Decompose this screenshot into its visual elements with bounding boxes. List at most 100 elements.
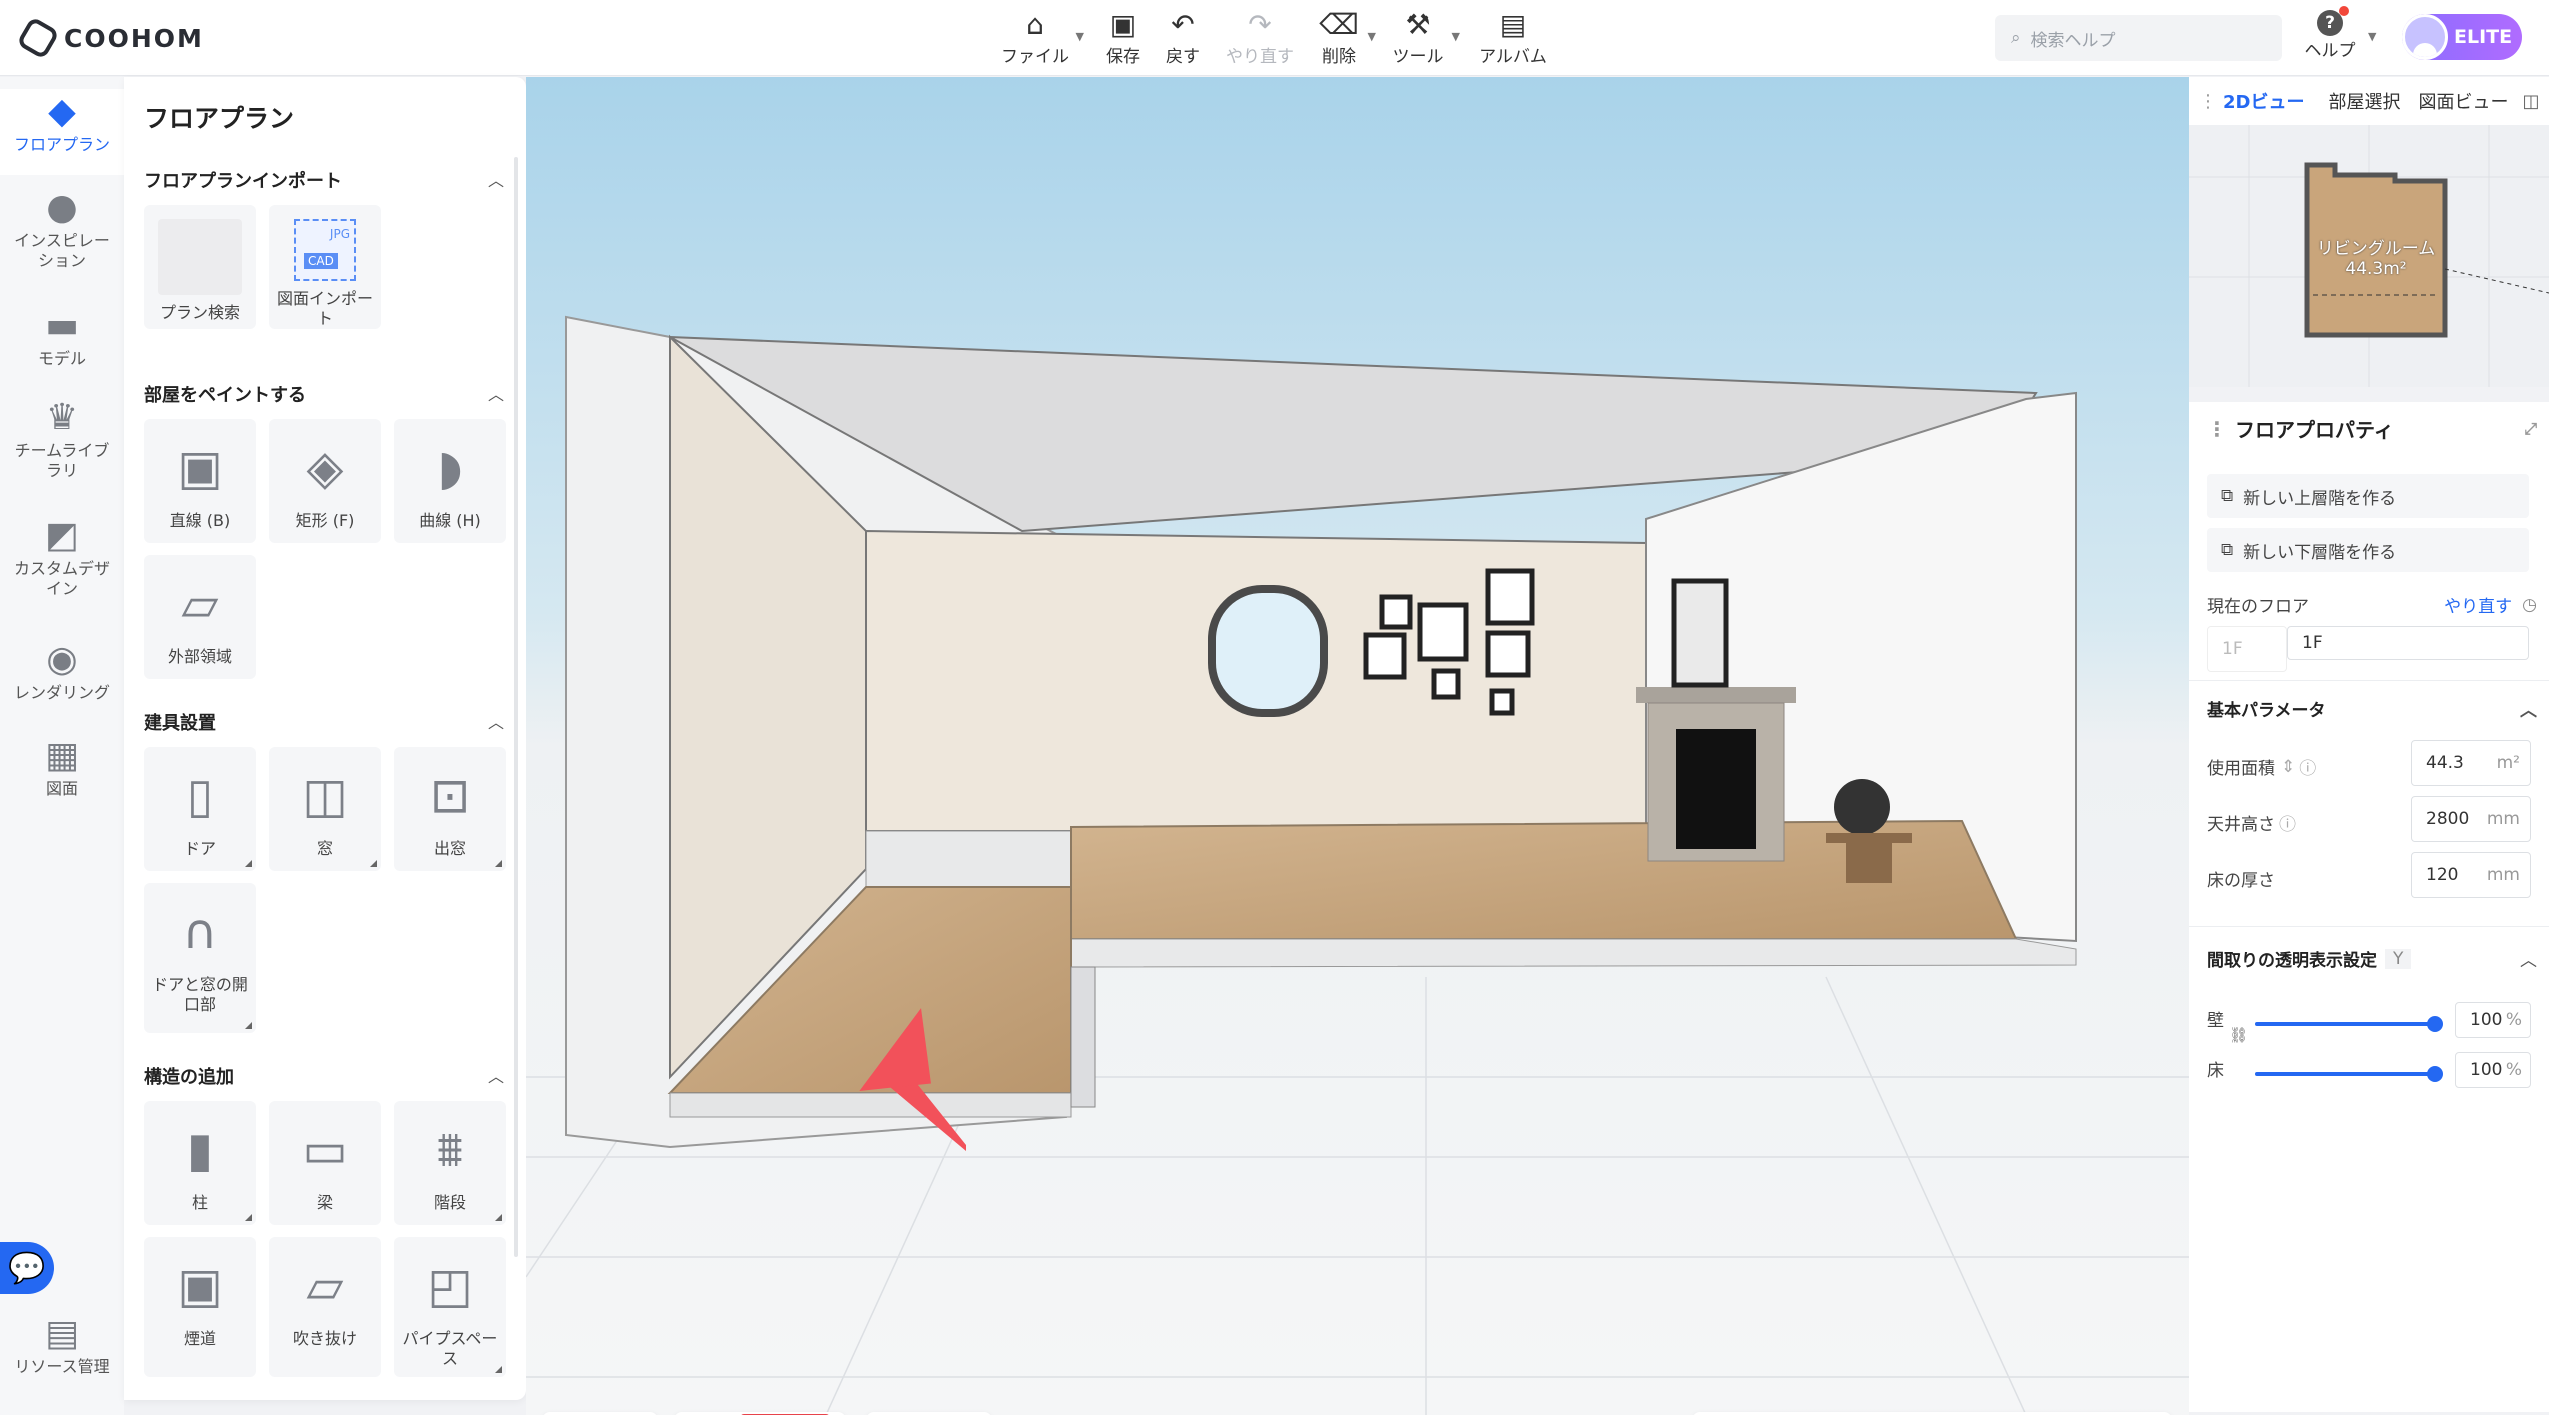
collapse-icon[interactable]: ◫: [2522, 91, 2539, 112]
sort-icon[interactable]: ⇕: [2281, 757, 2295, 777]
lower-floor-edge: [669, 1092, 1072, 1118]
logo[interactable]: COOHOM: [16, 16, 204, 60]
opening-icon: ∩: [182, 904, 218, 960]
usable-area-input[interactable]: 44.3 m²: [2411, 740, 2531, 786]
nav-label: カスタムデザイン: [13, 559, 110, 598]
usable-area-value: 44.3: [2426, 753, 2464, 773]
nav-label: インスピレーション: [14, 231, 110, 270]
card-label: 矩形 (F): [295, 511, 355, 530]
usable-area-label: 使用面積: [2207, 759, 2275, 779]
nav-resource[interactable]: ▤ リソース管理: [0, 1311, 124, 1391]
nav-drawing[interactable]: ▦ 図面: [0, 733, 124, 813]
pipe-space-icon: ◰: [427, 1258, 473, 1314]
wall-slider-knob[interactable]: [2427, 1016, 2443, 1032]
delete-button[interactable]: ⌫ 削除 ▼: [1316, 8, 1376, 68]
plan-search-card[interactable]: プラン検索: [144, 205, 256, 329]
floor-slider-knob[interactable]: [2427, 1066, 2443, 1082]
panel-scrollbar[interactable]: [514, 157, 518, 1257]
floor-properties: ⋮ フロアプロパティ ⤢ ⧉ 新しい上層階を作る ⧉ 新しい下層階を作る 現在のフロア や…: [2189, 402, 2549, 1412]
album-icon: ▤: [1499, 8, 1527, 41]
floor-slider[interactable]: [2255, 1066, 2443, 1082]
flue-card[interactable]: ▣ 煙道: [144, 1237, 256, 1377]
mm-unit: mm: [2486, 865, 2520, 885]
redo-label: やり直す: [1226, 47, 1294, 67]
door-card[interactable]: ▯ ドア: [144, 747, 256, 871]
search-input[interactable]: ⌕ 検索ヘルプ: [1995, 15, 2282, 61]
redo-link[interactable]: やり直す: [2444, 592, 2512, 617]
plan-search-icon: [158, 219, 242, 295]
tab-2d-view[interactable]: 2Dビュー: [2223, 88, 2304, 114]
chevron-up-icon: ︿: [487, 713, 504, 732]
column-card[interactable]: ▮ 柱: [144, 1101, 256, 1225]
help-button[interactable]: ? ヘルプ: [2300, 6, 2360, 66]
card-label: 直線 (B): [169, 511, 231, 530]
file-button[interactable]: ⌂ ファイル ▼: [1000, 8, 1084, 68]
nav-custom-design[interactable]: ◩ カスタムデザイン: [0, 513, 124, 613]
wall-opacity-value: 100: [2470, 1010, 2503, 1030]
tools-button[interactable]: ⚒ ツール ▼: [1390, 8, 1461, 68]
column-icon: ▮: [186, 1122, 214, 1178]
void-icon: ▱: [306, 1258, 344, 1314]
3d-viewport[interactable]: ≋ 1F ▼ 2D ▼ 3D ▼ ◉ ◫ ⛶ ⚙ ⊡ ⌕ − 87% +: [526, 77, 2189, 1415]
save-button[interactable]: ▣ 保存: [1100, 8, 1146, 68]
floor-step: [1070, 966, 1096, 1108]
link-icon[interactable]: ⛓: [2229, 1026, 2248, 1044]
curve-tool-card[interactable]: ◗ 曲線 (H): [394, 419, 506, 543]
chevron-up-icon[interactable]: ︿: [2520, 946, 2537, 971]
void-card[interactable]: ▱ 吹き抜け: [269, 1237, 381, 1377]
new-upper-floor-button[interactable]: ⧉ 新しい上層階を作る: [2207, 474, 2529, 518]
chevron-up-icon[interactable]: ︿: [2520, 696, 2537, 721]
section-import[interactable]: フロアプランインポート ︿: [144, 167, 504, 193]
redo-button[interactable]: ↷ やり直す: [1224, 8, 1296, 68]
logo-text: COOHOM: [64, 23, 204, 53]
floor-name-input[interactable]: 1F: [2287, 626, 2529, 660]
window-card[interactable]: ◫ 窓: [269, 747, 381, 871]
pipe-space-card[interactable]: ◰ パイプスペース: [394, 1237, 506, 1377]
opening-card[interactable]: ∩ ドアと窓の開口部: [144, 883, 256, 1033]
floor-opacity-input[interactable]: 100%: [2455, 1052, 2531, 1088]
new-lower-floor-button[interactable]: ⧉ 新しい下層階を作る: [2207, 528, 2529, 572]
drag-handle-icon[interactable]: ⋮: [2199, 91, 2217, 112]
wall-label: 壁: [2207, 1011, 2224, 1031]
raised-floor-edge: [1070, 938, 2077, 968]
section-fixtures[interactable]: 建具設置 ︿: [144, 709, 504, 735]
bay-window-card[interactable]: ⊡ 出窓: [394, 747, 506, 871]
outer-area-card[interactable]: ▱ 外部領域: [144, 555, 256, 679]
expand-icon[interactable]: ⤢: [2524, 419, 2537, 439]
drag-handle-icon[interactable]: ⋮: [2207, 417, 2227, 441]
nav-inspiration[interactable]: ● インスピレーション: [0, 185, 124, 281]
rect-tool-card[interactable]: ◈ 矩形 (F): [269, 419, 381, 543]
ceiling-label: 天井高さ: [2207, 815, 2275, 835]
chat-button[interactable]: 💬: [0, 1242, 54, 1294]
tab-drawing-view[interactable]: 図面ビュー: [2418, 88, 2508, 114]
save-label: 保存: [1106, 47, 1140, 67]
wall-opacity-input[interactable]: 100%: [2455, 1002, 2531, 1038]
btn-label: 新しい上層階を作る: [2243, 488, 2397, 509]
account-menu[interactable]: ELITE: [2402, 14, 2522, 60]
nav-model[interactable]: ▬ モデル: [0, 303, 124, 383]
stairs-card[interactable]: ⩩ 階段: [394, 1101, 506, 1225]
help-label: ヘルプ: [2304, 41, 2356, 61]
section-paint[interactable]: 部屋をペイントする ︿: [144, 381, 504, 407]
lightbulb-icon: ●: [46, 187, 78, 228]
expand-icon: [495, 860, 502, 867]
tab-room-select[interactable]: 部屋選択: [2328, 88, 2400, 114]
ceiling-input[interactable]: 2800 mm: [2411, 796, 2531, 842]
line-tool-card[interactable]: ▣ 直線 (B): [144, 419, 256, 543]
nav-rendering[interactable]: ◉ レンダリング: [0, 637, 124, 717]
undo-button[interactable]: ↶ 戻す: [1160, 8, 1206, 68]
nav-floorplan[interactable]: ◆ フロアプラン: [0, 89, 124, 175]
beam-card[interactable]: ▭ 梁: [269, 1101, 381, 1225]
album-button[interactable]: ▤ アルバム: [1478, 8, 1548, 68]
nav-team-library[interactable]: ♛ チームライブラリ: [0, 395, 124, 495]
nav-label: 図面: [45, 779, 78, 798]
floor-opacity-value: 100: [2470, 1060, 2503, 1080]
nav-label: フロアプラン: [13, 135, 110, 154]
cube-icon: ▣: [177, 440, 223, 496]
section-structure[interactable]: 構造の追加 ︿: [144, 1063, 504, 1089]
image-import-card[interactable]: JPG CAD 図面インポート: [269, 205, 381, 329]
floor-thick-input[interactable]: 120 mm: [2411, 852, 2531, 898]
pct-unit: %: [2505, 1060, 2522, 1080]
search-icon: ⌕: [2011, 28, 2021, 48]
wall-slider[interactable]: [2255, 1016, 2443, 1032]
